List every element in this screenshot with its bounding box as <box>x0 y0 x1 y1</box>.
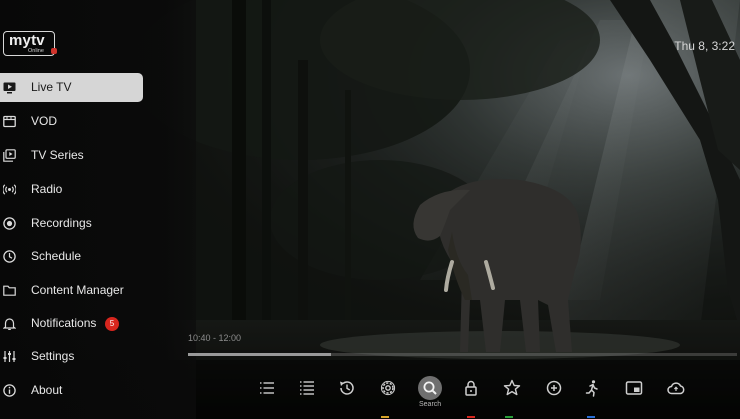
list-icon[interactable] <box>257 378 277 398</box>
sidebar-item-recordings[interactable]: Recordings <box>0 209 143 238</box>
sidebar-item-label: About <box>31 383 63 397</box>
sidebar-item-notifications[interactable]: Notifications 5 <box>0 309 143 338</box>
sidebar: mytv Online Live TV VOD TV Series Radio … <box>0 0 196 419</box>
indicator-stripe <box>467 416 475 418</box>
gear-icon[interactable] <box>378 378 398 398</box>
logo-text: mytv <box>9 32 45 49</box>
logo-badge <box>51 48 57 54</box>
sidebar-item-label: Settings <box>31 349 75 363</box>
sidebar-item-label: Recordings <box>31 216 92 230</box>
running-person-icon[interactable] <box>582 378 602 398</box>
tv-series-icon <box>3 149 16 162</box>
sidebar-item-label: Live TV <box>31 80 72 94</box>
cloud-icon[interactable] <box>666 378 686 398</box>
sidebar-item-label: Notifications <box>31 316 97 330</box>
playback-progress-fill <box>188 353 331 356</box>
sidebar-item-settings[interactable]: Settings <box>0 342 143 371</box>
add-icon[interactable] <box>544 378 564 398</box>
indicator-stripe <box>505 416 513 418</box>
indicator-stripe <box>587 416 595 418</box>
bell-icon <box>2 317 17 331</box>
playback-progress-bar[interactable] <box>188 353 737 356</box>
notification-count-badge: 5 <box>105 317 119 331</box>
program-time-range: 10:40 - 12:00 <box>188 333 242 343</box>
sidebar-item-tv-series[interactable]: TV Series <box>0 141 143 170</box>
history-icon[interactable] <box>337 378 357 398</box>
sidebar-item-label: TV Series <box>31 148 84 162</box>
live-tv-icon <box>3 81 16 94</box>
recordings-icon <box>3 217 16 230</box>
clock: Thu 8, 3:22 <box>674 39 735 53</box>
star-icon[interactable] <box>502 378 522 398</box>
info-icon <box>3 384 16 397</box>
sidebar-item-label: VOD <box>31 114 58 128</box>
sidebar-item-content-manager[interactable]: Content Manager <box>0 276 143 305</box>
sliders-icon <box>3 350 16 363</box>
sidebar-item-schedule[interactable]: Schedule <box>0 242 143 271</box>
app-logo: mytv Online <box>3 31 57 56</box>
logo-subtext: Online <box>28 48 44 54</box>
vod-icon <box>3 115 16 128</box>
schedule-icon <box>3 250 16 263</box>
search-label: Search <box>419 401 442 408</box>
sidebar-item-vod[interactable]: VOD <box>0 107 143 136</box>
lock-icon[interactable] <box>461 378 481 398</box>
sidebar-item-about[interactable]: About <box>0 376 143 405</box>
sidebar-item-live-tv[interactable]: Live TV <box>0 73 143 102</box>
search-icon[interactable] <box>418 376 442 400</box>
bottom-toolbar: Search <box>245 372 740 419</box>
sidebar-item-label: Radio <box>31 182 63 196</box>
picture-in-picture-icon[interactable] <box>624 378 644 398</box>
indicator-stripe <box>381 416 389 418</box>
folder-icon <box>3 284 16 297</box>
sidebar-item-label: Schedule <box>31 249 82 263</box>
list-numbered-icon[interactable] <box>297 378 317 398</box>
sidebar-item-radio[interactable]: Radio <box>0 175 143 204</box>
sidebar-item-label: Content Manager <box>31 283 124 297</box>
radio-icon <box>2 183 17 196</box>
